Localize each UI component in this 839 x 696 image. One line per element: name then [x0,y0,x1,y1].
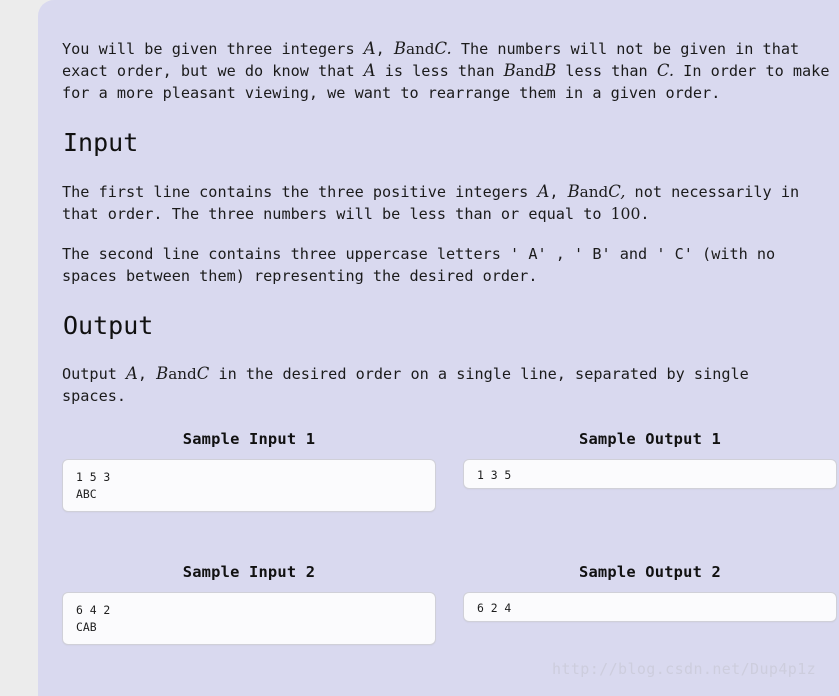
intro-paragraph: You will be given three integers A, Band… [62,38,838,104]
variable-a-2: A [363,61,376,80]
sample-input-column-1: Sample Input 1 1 5 3 ABC [62,430,436,512]
samples-section: Sample Input 1 1 5 3 ABC Sample Output 1… [62,430,838,696]
variable-b-3: B [544,61,557,80]
max-value-100: 100 [610,205,641,223]
input-paragraph-1: The first line contains the three positi… [62,181,838,225]
watermark-url: http://blog.csdn.net/Dup4p1z [552,660,817,678]
variable-c-2: C. [656,61,675,80]
sample-input-column-2: Sample Input 2 6 4 2 CAB [62,563,436,645]
variable-a-3: A [537,182,550,201]
problem-page-container: You will be given three integers A, Band… [38,0,839,696]
variable-c-3: C, [608,182,626,201]
intro-text-and-2: and [515,62,545,80]
output-text-1: Output [62,365,127,383]
intro-text-1: You will be given three integers [62,40,364,58]
input-paragraph-2: The second line contains three uppercase… [62,245,776,285]
variable-b-4: B [567,182,580,201]
intro-text-2: , [375,40,394,58]
sample-output-box-2[interactable]: 6 2 4 [463,592,837,622]
sample-row-1: Sample Input 1 1 5 3 ABC Sample Output 1… [62,430,838,563]
sample-input-title-1: Sample Input 1 [182,430,316,448]
intro-text-5: is less than [375,62,504,80]
variable-b: B [393,39,406,58]
input-text-1: The first line contains the three positi… [62,183,538,201]
variable-a-4: A [126,364,138,383]
sample-output-title-2: Sample Output 2 [579,563,721,581]
intro-text-and-1: and [405,40,435,58]
output-text-and: and [168,365,197,383]
input-text-and: and [579,183,609,201]
input-text-5: . [640,205,650,223]
sample-output-box-1[interactable]: 1 3 5 [463,459,837,489]
sample-output-column-2: Sample Output 2 6 2 4 [463,563,837,622]
variable-b-2: B [503,61,516,80]
output-paragraph: Output A, BandC in the desired order on … [62,363,777,407]
sample-input-title-2: Sample Input 2 [182,563,316,581]
section-heading-output: Output [63,311,154,340]
section-heading-input: Input [63,128,139,157]
variable-b-5: B [156,364,169,383]
variable-c: C. [434,39,452,58]
variable-a: A [363,39,376,58]
sample-input-box-2[interactable]: 6 4 2 CAB [62,592,436,645]
sample-input-box-1[interactable]: 1 5 3 ABC [62,459,436,512]
output-text-2: , [137,365,157,383]
intro-text-7: less than [556,62,657,80]
sample-output-title-1: Sample Output 1 [579,430,721,448]
variable-c-4: C [196,364,210,383]
problem-content: You will be given three integers A, Band… [62,0,839,696]
sample-output-column-1: Sample Output 1 1 3 5 [463,430,837,489]
input-text-2: , [549,183,568,201]
